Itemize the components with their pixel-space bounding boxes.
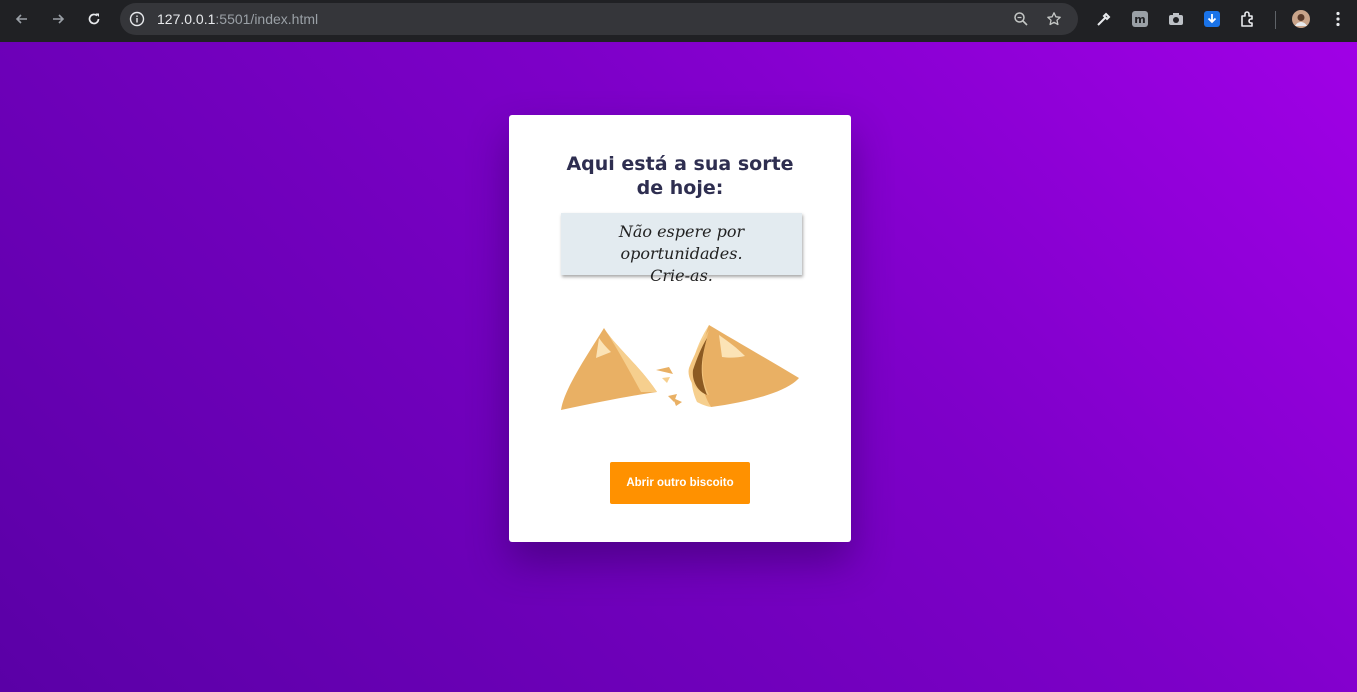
toolbar-divider [1275, 11, 1276, 29]
fortune-message: Não espere por oportunidades. Crie-as. [561, 213, 802, 285]
fortune-card: Aqui está a sua sorte de hoje: Não esper… [509, 115, 851, 542]
download-extension-icon[interactable] [1203, 10, 1221, 28]
reload-button[interactable] [83, 8, 105, 30]
browser-toolbar: 127.0.0.1:5501/index.html m [0, 0, 1357, 42]
fortune-line-2: Crie-as. [650, 266, 713, 285]
arrow-left-icon [15, 14, 27, 24]
bookmark-star-icon[interactable] [1046, 11, 1062, 27]
forward-button[interactable] [47, 8, 69, 30]
title-line-1: Aqui está a sua sorte [566, 153, 794, 175]
page-title: Aqui está a sua sorte de hoje: [509, 152, 851, 200]
title-line-2: de hoje: [636, 177, 724, 199]
fortune-line-1: Não espere por oportunidades. [618, 222, 745, 263]
url-text[interactable]: 127.0.0.1:5501/index.html [157, 11, 318, 27]
open-another-cookie-button[interactable]: Abrir outro biscoito [610, 462, 750, 504]
svg-text:m: m [1134, 13, 1145, 26]
address-bar[interactable]: 127.0.0.1:5501/index.html [120, 3, 1078, 35]
site-info-icon[interactable] [129, 11, 145, 27]
back-button[interactable] [11, 8, 33, 30]
eyedropper-extension-icon[interactable] [1095, 10, 1113, 28]
url-host: 127.0.0.1 [157, 11, 216, 27]
camera-extension-icon[interactable] [1167, 10, 1185, 28]
page-background: Aqui está a sua sorte de hoje: Não esper… [0, 42, 1357, 692]
arrow-right-icon [53, 14, 65, 24]
browser-menu-icon[interactable] [1329, 10, 1347, 28]
m-extension-icon[interactable]: m [1131, 10, 1149, 28]
reload-icon [88, 13, 100, 25]
url-path: :5501/index.html [215, 11, 319, 27]
zoom-icon[interactable] [1013, 11, 1029, 27]
extensions-puzzle-icon[interactable] [1239, 10, 1257, 28]
profile-avatar-icon[interactable] [1292, 10, 1310, 28]
broken-cookie-illustration [561, 325, 799, 410]
